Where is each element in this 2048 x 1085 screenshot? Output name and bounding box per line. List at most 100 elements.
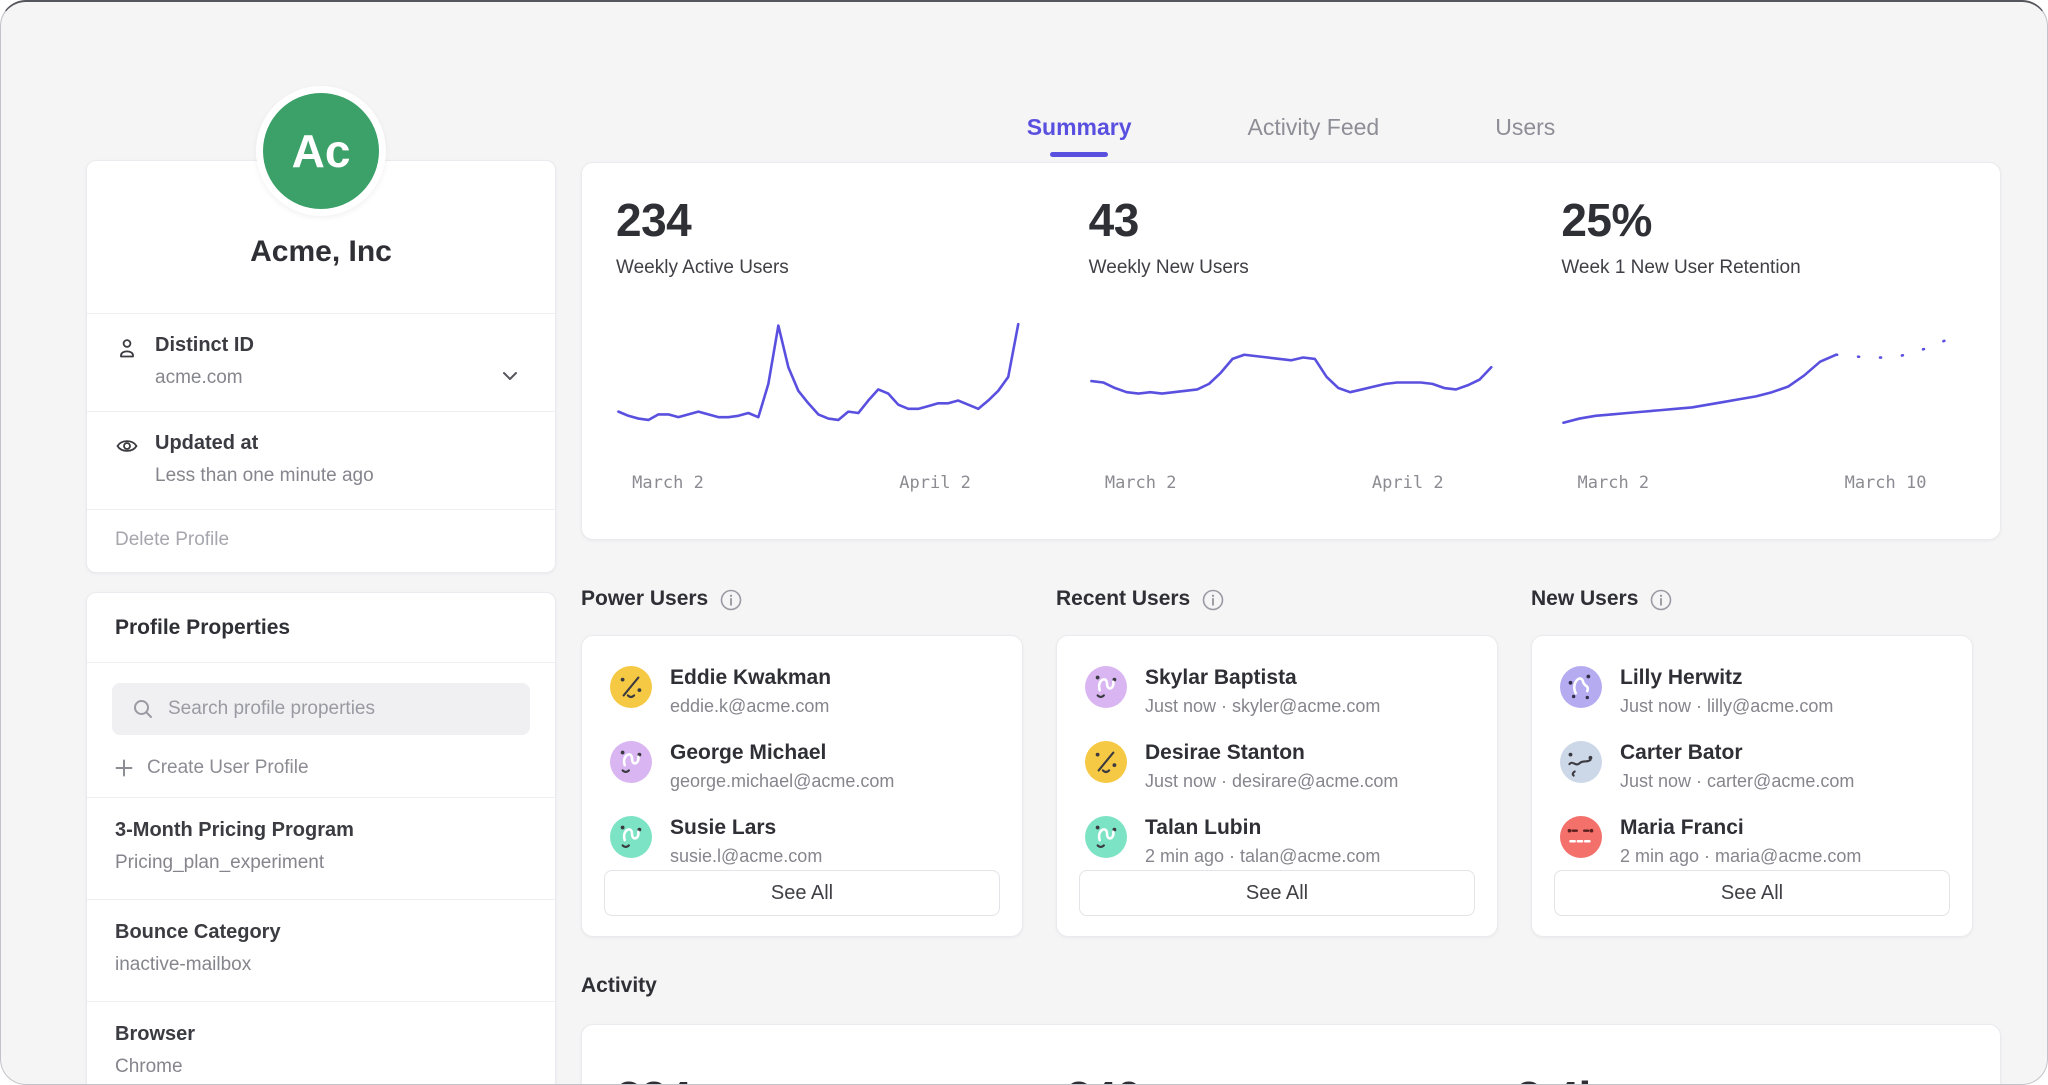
power-users-card: Eddie Kwakman eddie.k@acme.com George Mi… bbox=[581, 635, 1023, 937]
property-name: Browser bbox=[115, 1023, 527, 1046]
user-list-item[interactable]: Talan Lubin 2 min ago · talan@acme.com bbox=[1085, 816, 1469, 867]
user-avatar bbox=[610, 666, 652, 708]
see-all-button[interactable]: See All bbox=[1079, 870, 1475, 916]
row-label: Distinct ID bbox=[155, 334, 499, 357]
profile-properties-title: Profile Properties bbox=[87, 593, 555, 663]
search-input[interactable] bbox=[166, 697, 516, 721]
chevron-down-icon[interactable] bbox=[499, 365, 521, 387]
tab[interactable]: Users bbox=[1493, 114, 1557, 157]
weekly-active-users-chart bbox=[616, 307, 1021, 457]
activity-stat: 240 bbox=[1066, 1071, 1516, 1085]
power-users-title: Power Users bbox=[581, 587, 708, 611]
tab[interactable]: Activity Feed bbox=[1246, 114, 1382, 157]
search-icon bbox=[132, 698, 154, 720]
property-name: Bounce Category bbox=[115, 921, 527, 944]
delete-profile-button[interactable]: Delete Profile bbox=[87, 509, 555, 572]
row-icon bbox=[115, 336, 139, 360]
screenshot-stage: Ac Acme, Inc Distinct ID acme.com bbox=[0, 0, 2048, 1085]
activity-stat: 234 bbox=[616, 1071, 1066, 1085]
app-frame: Ac Acme, Inc Distinct ID acme.com bbox=[0, 0, 2048, 1085]
property-name: 3-Month Pricing Program bbox=[115, 819, 527, 842]
user-name: Lilly Herwitz bbox=[1620, 666, 1833, 690]
user-list-item[interactable]: Carter Bator Just now · carter@acme.com bbox=[1560, 741, 1944, 792]
new-users-title: New Users bbox=[1531, 587, 1638, 611]
stat-value: 234 bbox=[616, 193, 1021, 247]
user-list-item[interactable]: Skylar Baptista Just now · skyler@acme.c… bbox=[1085, 666, 1469, 717]
row-value: Less than one minute ago bbox=[155, 465, 499, 487]
profile-summary-card: Acme, Inc Distinct ID acme.com bbox=[86, 160, 556, 573]
user-avatar bbox=[1560, 666, 1602, 708]
user-list-item[interactable]: Maria Franci 2 min ago · maria@acme.com bbox=[1560, 816, 1944, 867]
user-list-item[interactable]: Eddie Kwakman eddie.k@acme.com bbox=[610, 666, 994, 717]
property-value: Pricing_plan_experiment bbox=[115, 852, 527, 874]
user-subtext: george.michael@acme.com bbox=[670, 771, 894, 792]
see-all-button[interactable]: See All bbox=[604, 870, 1000, 916]
new-users-card: Lilly Herwitz Just now · lilly@acme.com … bbox=[1531, 635, 1973, 937]
user-subtext: Just now · skyler@acme.com bbox=[1145, 696, 1380, 717]
user-avatar bbox=[610, 816, 652, 858]
tab-label: Activity Feed bbox=[1248, 114, 1380, 140]
see-all-button[interactable]: See All bbox=[1554, 870, 1950, 916]
x-tick: March 10 bbox=[1845, 473, 1927, 493]
property-value: inactive-mailbox bbox=[115, 954, 527, 976]
user-name: Susie Lars bbox=[670, 816, 822, 840]
x-tick: March 2 bbox=[1105, 473, 1177, 493]
row-icon bbox=[115, 434, 139, 458]
tab[interactable]: Summary bbox=[1025, 114, 1134, 157]
info-icon[interactable] bbox=[720, 589, 742, 611]
stat-label: Weekly Active Users bbox=[616, 257, 1021, 279]
user-avatar bbox=[1560, 741, 1602, 783]
company-avatar-initials: Ac bbox=[263, 93, 379, 209]
profile-id-row: Distinct ID acme.com bbox=[87, 313, 555, 411]
x-tick: March 2 bbox=[1578, 473, 1650, 493]
stat-weekly-active-users: 234 Weekly Active Users March 2 April 2 bbox=[582, 193, 1055, 539]
row-label: Updated at bbox=[155, 432, 499, 455]
info-icon[interactable] bbox=[1202, 589, 1224, 611]
user-name: Carter Bator bbox=[1620, 741, 1854, 765]
user-avatar bbox=[610, 741, 652, 783]
profile-property-row[interactable]: Bounce Category inactive-mailbox bbox=[87, 899, 555, 1001]
profile-id-row: Updated at Less than one minute ago bbox=[87, 411, 555, 509]
stat-value: 43 bbox=[1089, 193, 1494, 247]
profile-properties-list: 3-Month Pricing Program Pricing_plan_exp… bbox=[87, 797, 555, 1085]
user-subtext: 2 min ago · talan@acme.com bbox=[1145, 846, 1380, 867]
profile-properties-search[interactable] bbox=[112, 683, 530, 735]
power-users-header: Power Users bbox=[581, 587, 742, 611]
profile-property-row[interactable]: 3-Month Pricing Program Pricing_plan_exp… bbox=[87, 797, 555, 899]
user-list-item[interactable]: Lilly Herwitz Just now · lilly@acme.com bbox=[1560, 666, 1944, 717]
tab-label: Users bbox=[1495, 114, 1555, 140]
user-name: Maria Franci bbox=[1620, 816, 1861, 840]
user-subtext: 2 min ago · maria@acme.com bbox=[1620, 846, 1861, 867]
recent-users-header: Recent Users bbox=[1056, 587, 1224, 611]
activity-stat: 3.4k bbox=[1516, 1071, 1966, 1085]
profile-id-rows: Distinct ID acme.com Updated at Less tha… bbox=[87, 313, 555, 509]
weekly-new-users-chart bbox=[1089, 307, 1494, 457]
recent-users-list: Skylar Baptista Just now · skyler@acme.c… bbox=[1085, 666, 1469, 867]
user-avatar bbox=[1085, 666, 1127, 708]
user-avatar bbox=[1085, 816, 1127, 858]
stat-week1-retention: 25% Week 1 New User Retention March 2 Ma… bbox=[1527, 193, 2000, 539]
create-user-profile-button[interactable]: Create User Profile bbox=[115, 757, 527, 779]
plus-icon bbox=[115, 759, 133, 777]
profile-property-row[interactable]: Browser Chrome bbox=[87, 1001, 555, 1085]
x-tick: April 2 bbox=[899, 473, 971, 493]
user-list-item[interactable]: Susie Lars susie.l@acme.com bbox=[610, 816, 994, 867]
user-subtext: eddie.k@acme.com bbox=[670, 696, 831, 717]
summary-stats-card: 234 Weekly Active Users March 2 April 2 … bbox=[581, 162, 2001, 540]
user-subtext: Just now · carter@acme.com bbox=[1620, 771, 1854, 792]
create-user-profile-label: Create User Profile bbox=[147, 757, 309, 779]
user-subtext: Just now · lilly@acme.com bbox=[1620, 696, 1833, 717]
activity-title: Activity bbox=[581, 974, 657, 998]
company-avatar: Ac bbox=[256, 86, 386, 216]
new-users-list: Lilly Herwitz Just now · lilly@acme.com … bbox=[1560, 666, 1944, 867]
user-avatar bbox=[1560, 816, 1602, 858]
info-icon[interactable] bbox=[1650, 589, 1672, 611]
new-users-header: New Users bbox=[1531, 587, 1672, 611]
stat-label: Weekly New Users bbox=[1089, 257, 1494, 279]
user-name: Talan Lubin bbox=[1145, 816, 1380, 840]
tab-label: Summary bbox=[1027, 114, 1132, 140]
row-value: acme.com bbox=[155, 367, 499, 389]
user-list-item[interactable]: George Michael george.michael@acme.com bbox=[610, 741, 994, 792]
user-list-item[interactable]: Desirae Stanton Just now · desirare@acme… bbox=[1085, 741, 1469, 792]
company-name: Acme, Inc bbox=[250, 235, 392, 269]
